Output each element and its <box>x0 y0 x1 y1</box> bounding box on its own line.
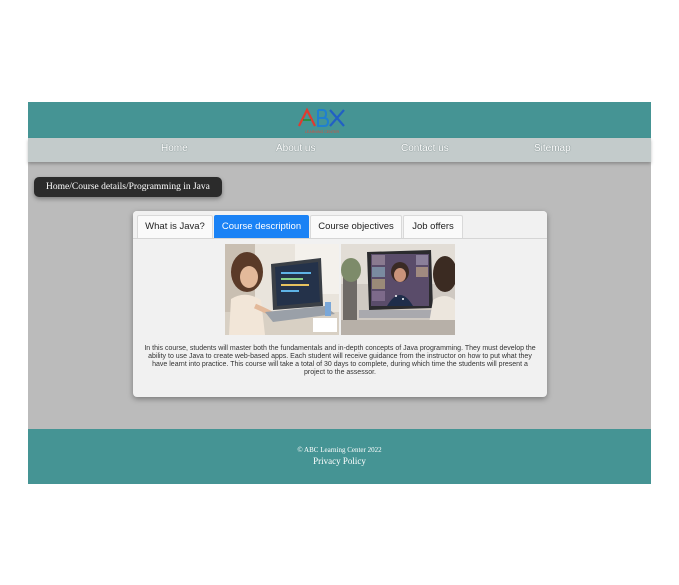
nav-contact-us[interactable]: Contact us <box>401 143 449 154</box>
breadcrumb[interactable]: Home/Course details/Programming in Java <box>34 177 222 197</box>
nav-home[interactable]: Home <box>161 143 188 154</box>
tab-bar: What is Java? Course description Course … <box>133 211 547 239</box>
header-bar: LEARNING CENTER <box>28 102 651 138</box>
nav-about-us[interactable]: About us <box>276 143 315 154</box>
copyright-text: © ABC Learning Center 2022 <box>297 446 382 454</box>
tab-job-offers[interactable]: Job offers <box>403 215 463 238</box>
video-call-photo <box>341 244 455 335</box>
tab-course-objectives[interactable]: Course objectives <box>310 215 402 238</box>
tab-what-is-java[interactable]: What is Java? <box>137 215 213 238</box>
abc-logo[interactable]: LEARNING CENTER <box>296 106 348 136</box>
page: LEARNING CENTER Home About us Contact us… <box>28 102 651 484</box>
student-laptop-photo <box>225 244 339 335</box>
course-description-text: In this course, students will master bot… <box>144 345 536 376</box>
logo-text: LEARNING CENTER <box>305 130 340 134</box>
tab-course-description[interactable]: Course description <box>214 215 309 238</box>
nav-bar: Home About us Contact us Sitemap <box>28 138 651 162</box>
course-card: What is Java? Course description Course … <box>133 211 547 397</box>
footer: © ABC Learning Center 2022 Privacy Polic… <box>28 429 651 484</box>
nav-sitemap[interactable]: Sitemap <box>534 143 571 154</box>
privacy-policy-link[interactable]: Privacy Policy <box>28 456 651 466</box>
